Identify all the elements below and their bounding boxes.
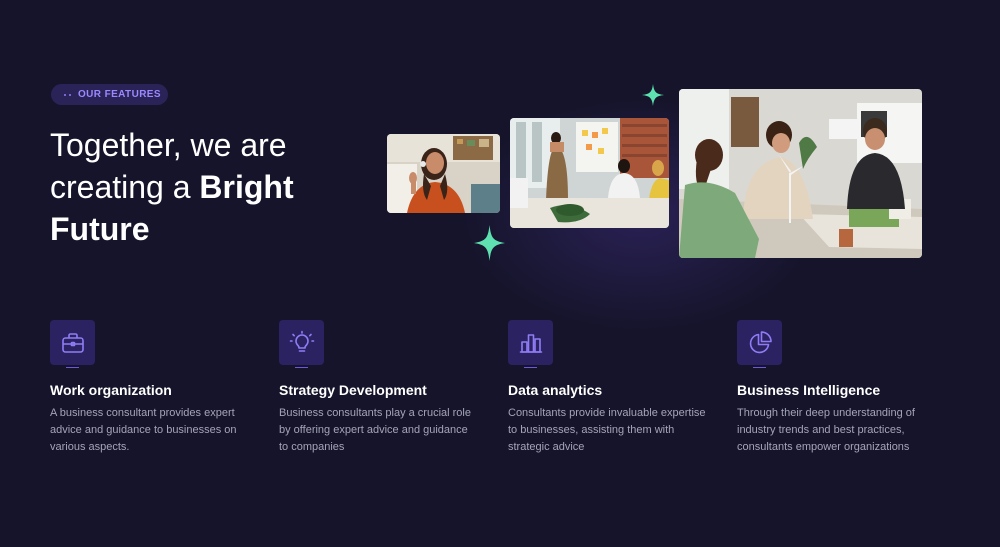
sparkle-icon <box>474 225 505 261</box>
feature-icon-box <box>279 320 324 368</box>
title-line-1: Together, we are <box>50 127 287 163</box>
sparkle-icon <box>642 84 664 106</box>
title-line-2-prefix: creating a <box>50 169 200 205</box>
photo-team-presentation <box>510 118 669 228</box>
feature-description: Business consultants play a crucial role… <box>279 407 471 453</box>
photo-consultants-turbine-model <box>679 89 922 258</box>
feature-description: A business consultant provides expert ad… <box>50 407 237 453</box>
feature-card-business-intelligence: Business Intelligence Through their deep… <box>737 320 937 456</box>
feature-title: Data analytics <box>508 382 603 398</box>
bar-chart-icon <box>519 333 542 353</box>
feature-icon-box <box>508 320 553 368</box>
features-section: OUR FEATURES Together, we are creating a … <box>0 0 1000 547</box>
section-badge: OUR FEATURES <box>51 84 168 105</box>
feature-title: Business Intelligence <box>737 382 881 398</box>
photo-woman-video-call <box>387 134 500 213</box>
feature-icon-box <box>50 320 95 368</box>
feature-title: Work organization <box>50 382 172 398</box>
feature-card-work-organization: Work organization A business consultant … <box>50 320 250 456</box>
feature-icon-box <box>737 320 782 368</box>
badge-label: OUR FEATURES <box>78 89 161 100</box>
feature-title: Strategy Development <box>279 382 427 398</box>
feature-card-data-analytics: Data analytics Consultants provide inval… <box>508 320 708 456</box>
pie-chart-icon <box>749 330 772 353</box>
section-title: Together, we are creating a Bright Future <box>50 124 370 250</box>
dots-icon <box>64 93 71 96</box>
feature-card-strategy-development: Strategy Development Business consultant… <box>279 320 479 456</box>
feature-description: Consultants provide invaluable expertise… <box>508 407 706 453</box>
briefcase-icon <box>61 332 84 353</box>
feature-description: Through their deep understanding of indu… <box>737 407 915 453</box>
lightbulb-icon <box>289 330 314 352</box>
